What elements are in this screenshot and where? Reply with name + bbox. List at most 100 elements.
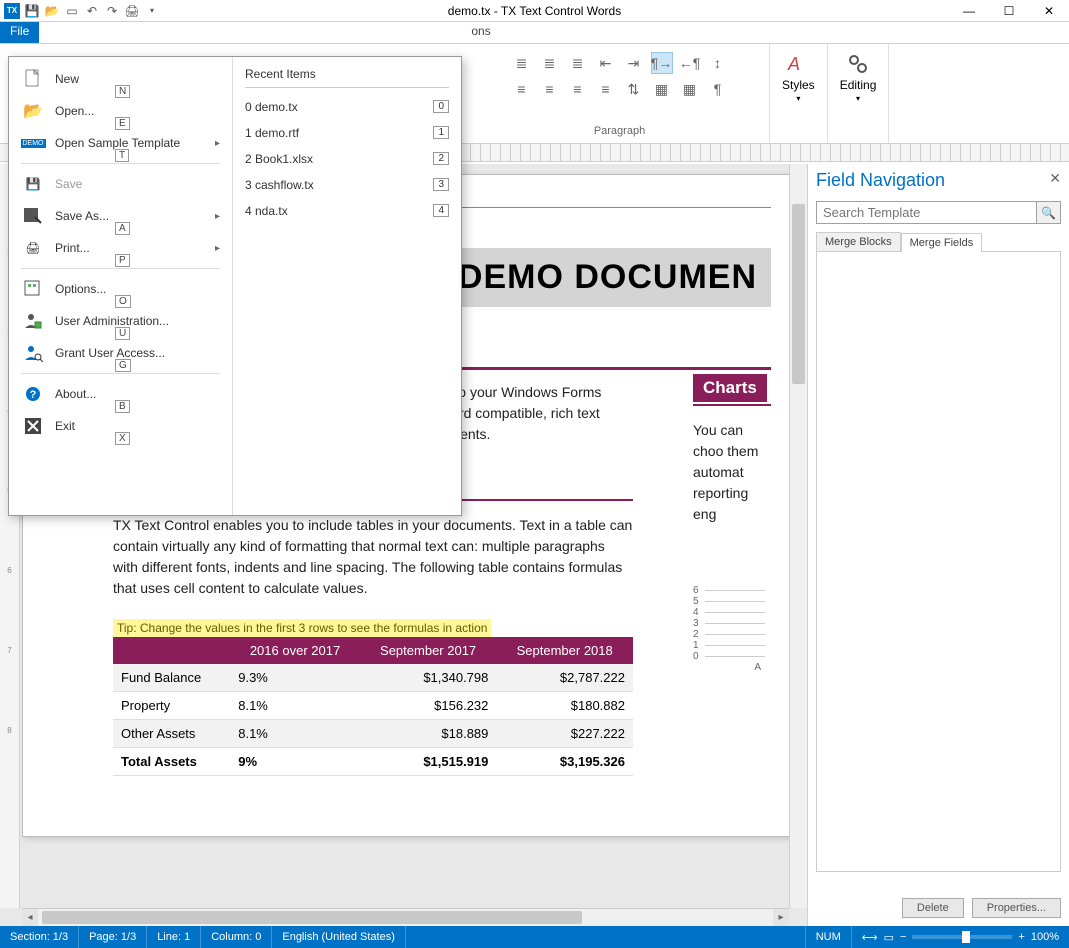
qat-dropdown-icon[interactable]: ▾ [144, 3, 160, 19]
window-title: demo.tx - TX Text Control Words [448, 4, 621, 18]
borders-icon[interactable]: ▦ [679, 78, 701, 100]
decrease-indent-icon[interactable]: ⇤ [595, 52, 617, 74]
exit-icon [21, 416, 45, 436]
bullet-list-icon[interactable]: ≣ [511, 52, 533, 74]
recent-item[interactable]: 4 nda.tx4 [245, 198, 449, 224]
panel-tabs: Merge Blocks Merge Fields [816, 232, 1061, 252]
about-icon: ? [21, 384, 45, 404]
file-user-admin[interactable]: User Administration... U [13, 305, 228, 337]
data-table: 2016 over 2017 September 2017 September … [113, 637, 633, 776]
ribbon-tab-truncated[interactable]: ons [461, 22, 500, 43]
number-list-icon[interactable]: ≣ [539, 52, 561, 74]
recent-heading: Recent Items [245, 67, 449, 88]
file-tab[interactable]: File [0, 22, 39, 43]
chevron-down-icon: ▾ [856, 94, 860, 103]
print-icon: 🖨 [21, 238, 45, 258]
table-header: September 2018 [496, 637, 633, 664]
demo-badge-icon: DEMO [21, 133, 45, 153]
sort-icon[interactable]: ↕ [707, 52, 729, 74]
scrollbar-thumb[interactable] [42, 911, 582, 924]
file-exit[interactable]: Exit X [13, 410, 228, 442]
window-buttons: — ☐ ✕ [949, 0, 1069, 22]
recent-item[interactable]: 1 demo.rtf1 [245, 120, 449, 146]
horizontal-scrollbar[interactable]: ◂ ▸ [22, 908, 789, 926]
scroll-left-arrow[interactable]: ◂ [22, 909, 38, 926]
search-button[interactable]: 🔍 [1037, 201, 1061, 224]
zoom-out-button[interactable]: − [900, 931, 906, 943]
multilevel-list-icon[interactable]: ≣ [567, 52, 589, 74]
tip-highlight: Tip: Change the values in the first 3 ro… [113, 619, 491, 637]
status-section[interactable]: Section: 1/3 [0, 926, 79, 948]
recent-items-list: Recent Items 0 demo.tx0 1 demo.rtf1 2 Bo… [233, 57, 461, 515]
print-icon[interactable]: 🖨 [124, 3, 140, 19]
file-options[interactable]: Options... O [13, 273, 228, 305]
table-header [113, 637, 230, 664]
shading-icon[interactable]: ▦ [651, 78, 673, 100]
paragraph-label: Paragraph [594, 125, 645, 137]
tables-body: TX Text Control enables you to include t… [113, 515, 633, 599]
maximize-button[interactable]: ☐ [989, 0, 1029, 22]
scrollbar-thumb[interactable] [792, 204, 805, 384]
zoom-level[interactable]: 100% [1031, 931, 1059, 943]
line-spacing-icon[interactable]: ⇅ [623, 78, 645, 100]
table-row: Fund Balance 9.3% $1,340.798 $2,787.222 [113, 664, 633, 692]
status-page[interactable]: Page: 1/3 [79, 926, 147, 948]
minimize-button[interactable]: — [949, 0, 989, 22]
panel-title: Field Navigation [816, 170, 1061, 191]
properties-button[interactable]: Properties... [972, 898, 1061, 918]
svg-text:A: A [787, 54, 800, 74]
show-marks-icon[interactable]: ¶ [707, 78, 729, 100]
file-open-sample[interactable]: DEMO Open Sample Template ▸ T [13, 127, 228, 159]
increase-indent-icon[interactable]: ⇥ [623, 52, 645, 74]
redo-icon[interactable]: ↷ [104, 3, 120, 19]
file-save-as[interactable]: Save As... ▸ A [13, 200, 228, 232]
table-row-total: Total Assets 9% $1,515.919 $3,195.326 [113, 748, 633, 776]
save-icon[interactable]: 💾 [24, 3, 40, 19]
open-icon[interactable]: 📂 [44, 3, 60, 19]
file-open[interactable]: 📂 Open... E [13, 95, 228, 127]
section-heading-charts: Charts [693, 374, 767, 402]
recent-item[interactable]: 2 Book1.xlsx2 [245, 146, 449, 172]
title-bar: TX 💾 📂 ▭ ↶ ↷ 🖨 ▾ demo.tx - TX Text Contr… [0, 0, 1069, 22]
tab-merge-blocks[interactable]: Merge Blocks [816, 232, 901, 251]
align-center-icon[interactable]: ≡ [539, 78, 561, 100]
styles-button[interactable]: A Styles ▾ [778, 48, 819, 107]
vertical-scrollbar[interactable] [789, 164, 807, 908]
close-icon[interactable]: ✕ [1049, 170, 1061, 187]
align-left-icon[interactable]: ≡ [511, 78, 533, 100]
file-save[interactable]: 💾 Save [13, 168, 228, 200]
align-justify-icon[interactable]: ≡ [595, 78, 617, 100]
fields-tree[interactable] [816, 252, 1061, 872]
status-language[interactable]: English (United States) [272, 926, 406, 948]
quick-access-toolbar: TX 💾 📂 ▭ ↶ ↷ 🖨 ▾ [0, 3, 164, 19]
file-menu-dropdown: New N 📂 Open... E DEMO Open Sample Templ… [8, 56, 462, 516]
tab-merge-fields[interactable]: Merge Fields [901, 233, 983, 252]
editing-button[interactable]: Editing ▾ [836, 48, 881, 107]
status-bar: Section: 1/3 Page: 1/3 Line: 1 Column: 0… [0, 926, 1069, 948]
align-right-icon[interactable]: ≡ [567, 78, 589, 100]
undo-icon[interactable]: ↶ [84, 3, 100, 19]
editing-group: Editing ▾ [828, 44, 890, 143]
file-about[interactable]: ? About... B [13, 378, 228, 410]
delete-button[interactable]: Delete [902, 898, 964, 918]
search-input[interactable] [816, 201, 1037, 224]
zoom-in-button[interactable]: + [1018, 931, 1024, 943]
zoom-slider[interactable] [912, 935, 1012, 939]
fit-width-icon[interactable]: ⟷ [862, 931, 878, 944]
file-new[interactable]: New N [13, 63, 228, 95]
new-icon[interactable]: ▭ [64, 3, 80, 19]
scroll-right-arrow[interactable]: ▸ [773, 909, 789, 926]
rtl-icon[interactable]: ←¶ [679, 52, 701, 74]
fit-page-icon[interactable]: ▭ [884, 931, 894, 944]
status-column[interactable]: Column: 0 [201, 926, 272, 948]
file-print[interactable]: 🖨 Print... ▸ P [13, 232, 228, 264]
file-menu-items: New N 📂 Open... E DEMO Open Sample Templ… [9, 57, 233, 515]
save-icon: 💾 [21, 174, 45, 194]
recent-item[interactable]: 0 demo.tx0 [245, 94, 449, 120]
charts-body: You can choo them automat reporting eng [693, 420, 771, 525]
file-grant-access[interactable]: Grant User Access... G [13, 337, 228, 369]
close-button[interactable]: ✕ [1029, 0, 1069, 22]
recent-item[interactable]: 3 cashflow.tx3 [245, 172, 449, 198]
ltr-icon[interactable]: ¶→ [651, 52, 673, 74]
status-line[interactable]: Line: 1 [147, 926, 201, 948]
